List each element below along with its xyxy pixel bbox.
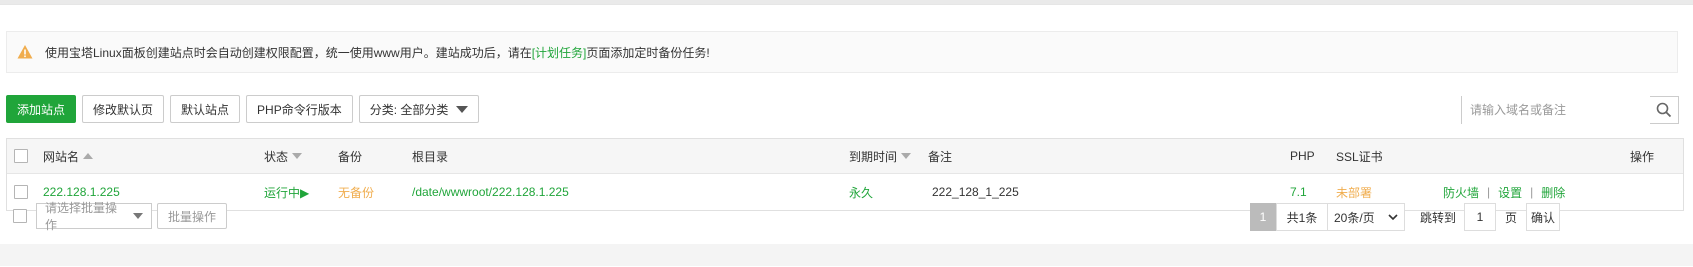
bottom-strip [0, 244, 1693, 266]
search-input[interactable] [1462, 96, 1650, 124]
default-site-button[interactable]: 默认站点 [170, 95, 241, 123]
header-backup: 备份 [338, 149, 363, 164]
search-icon[interactable] [1650, 97, 1678, 123]
warning-icon [17, 45, 33, 59]
page-size-select[interactable]: 20条/页 [1327, 203, 1405, 231]
header-expire-label: 到期时间 [849, 149, 898, 164]
batch-operation-button[interactable]: 批量操作 [157, 203, 228, 229]
alert-text-after: 页面添加定时备份任务! [586, 45, 710, 60]
row-checkbox[interactable] [14, 185, 28, 199]
header-remark: 备注 [928, 149, 953, 164]
cron-link[interactable]: [计划任务] [532, 44, 587, 61]
footer-select-all-checkbox[interactable] [13, 209, 27, 223]
chevron-down-icon [1388, 214, 1398, 221]
edit-default-page-button[interactable]: 修改默认页 [82, 95, 165, 123]
sort-down-icon [292, 153, 303, 159]
action-separator: | [1487, 185, 1491, 199]
header-actions: 操作 [1630, 149, 1655, 164]
header-status[interactable]: 状态 [264, 139, 303, 173]
table-footer: 请选择批量操作 批量操作 1 共1条 20条/页 跳转到 1 页 确认 [6, 201, 1684, 235]
jump-confirm-button[interactable]: 确认 [1526, 203, 1560, 231]
header-expire[interactable]: 到期时间 [849, 139, 912, 173]
jump-page-input[interactable]: 1 [1464, 203, 1496, 231]
chevron-down-icon [456, 105, 469, 113]
search-box [1461, 96, 1679, 124]
toolbar: 添加站点 修改默认页 默认站点 PHP命令行版本 分类: 全部分类 [6, 95, 485, 127]
header-ssl: SSL证书 [1336, 149, 1383, 164]
sort-down-icon [901, 153, 912, 159]
action-separator: | [1530, 185, 1534, 199]
total-count: 共1条 [1276, 203, 1328, 231]
page-size-label: 20条/页 [1334, 210, 1375, 225]
batch-operation-select[interactable]: 请选择批量操作 [36, 201, 152, 232]
jump-label: 跳转到 [1419, 210, 1456, 225]
php-cli-version-button[interactable]: PHP命令行版本 [246, 95, 353, 123]
header-root-dir: 根目录 [412, 149, 449, 164]
firewall-link[interactable]: 防火墙 [1443, 184, 1479, 201]
header-site-name-label: 网站名 [43, 149, 80, 164]
chevron-down-icon [133, 213, 143, 219]
page-unit-label: 页 [1504, 210, 1517, 225]
alert-text: 使用宝塔Linux面板创建站点时会自动创建权限配置，统一使用www用户。建站成功… [45, 45, 532, 60]
select-all-checkbox[interactable] [14, 149, 28, 163]
header-php: PHP [1290, 149, 1315, 163]
sort-up-icon [83, 153, 94, 159]
table-header: 网站名 状态 备份 根目录 到期时间 备注 PHP SSL证书 操作 [7, 139, 1683, 174]
info-alert: 使用宝塔Linux面板创建站点时会自动创建权限配置，统一使用www用户。建站成功… [6, 31, 1678, 73]
settings-link[interactable]: 设置 [1498, 184, 1522, 201]
add-site-button[interactable]: 添加站点 [6, 95, 77, 123]
category-dropdown[interactable]: 分类: 全部分类 [358, 95, 480, 123]
category-label: 分类: 全部分类 [369, 102, 449, 117]
page-1-button[interactable]: 1 [1250, 203, 1276, 231]
header-site-name[interactable]: 网站名 [43, 139, 94, 173]
header-status-label: 状态 [264, 149, 289, 164]
batch-select-text: 请选择批量操作 [45, 201, 118, 232]
delete-link[interactable]: 删除 [1541, 184, 1565, 201]
